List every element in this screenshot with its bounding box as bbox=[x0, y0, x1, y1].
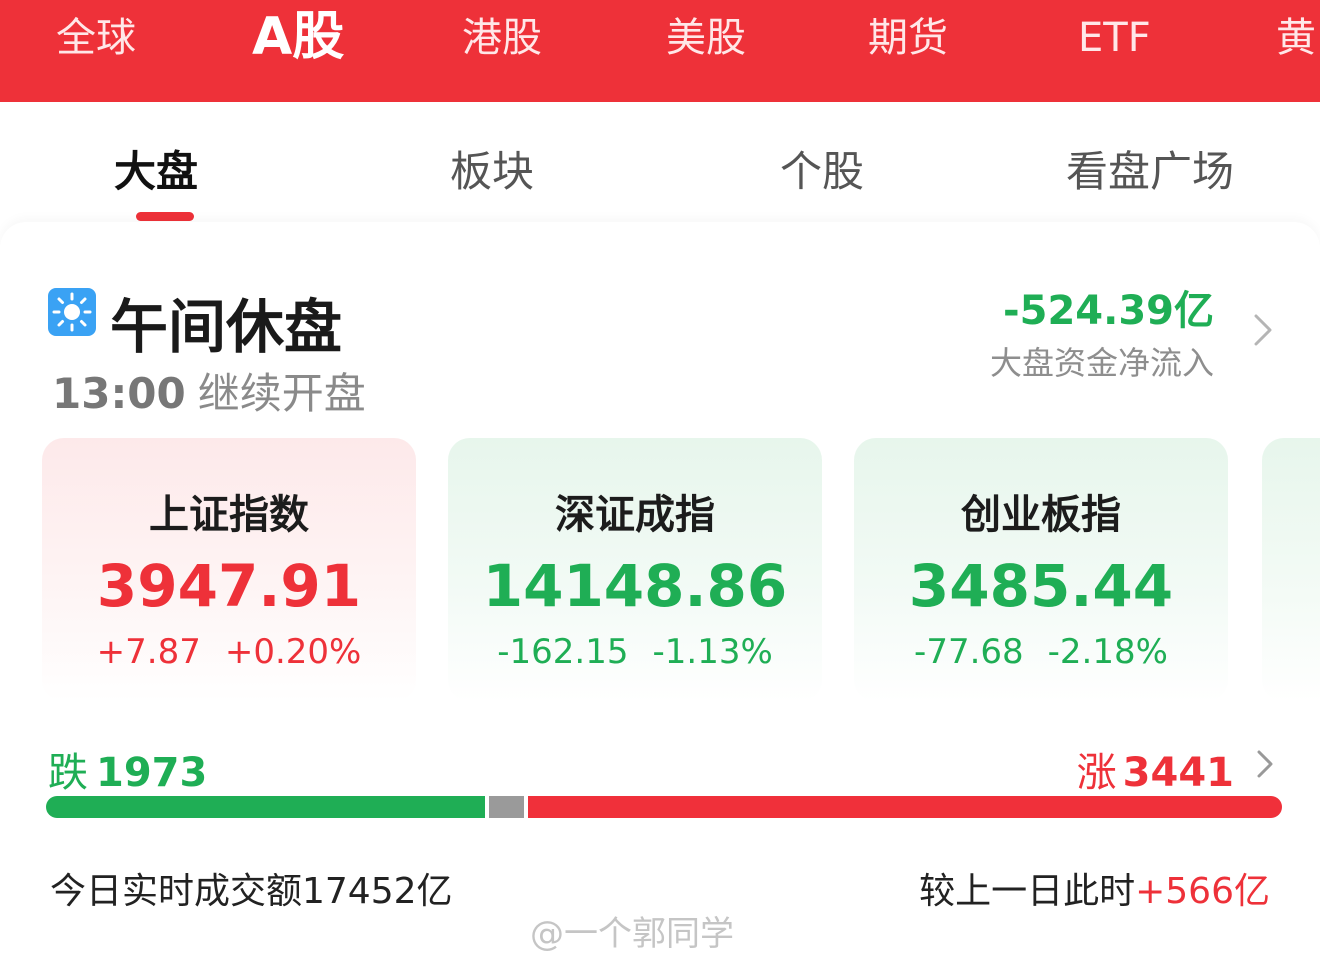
decliners-count: 跌 1973 bbox=[48, 740, 207, 798]
advance-decline-bar bbox=[46, 796, 1282, 818]
chevron-right-icon[interactable] bbox=[1254, 748, 1276, 780]
turnover-today: 今日实时成交额17452亿 bbox=[50, 871, 453, 912]
compare-label: 较上一日此时 bbox=[919, 871, 1136, 912]
index-price: 3485.44 bbox=[908, 552, 1174, 620]
tab-sectors[interactable]: 板块 bbox=[450, 138, 534, 199]
index-card-next-peek[interactable] bbox=[1262, 438, 1320, 702]
index-change: -77.68 -2.18% bbox=[854, 632, 1228, 672]
advancers-label: 涨 bbox=[1076, 750, 1117, 796]
session-resume-info: 13:00 继续开盘 bbox=[52, 360, 366, 421]
net-inflow-label[interactable]: 大盘资金净流入 bbox=[990, 338, 1214, 384]
turnover-compare: 较上一日此时+566亿 bbox=[919, 862, 1270, 914]
index-change-percent: -1.13% bbox=[652, 632, 773, 672]
active-tab-indicator bbox=[136, 212, 194, 221]
advancers-count[interactable]: 涨 3441 bbox=[1077, 740, 1234, 798]
tab-market-square[interactable]: 看盘广场 bbox=[1066, 138, 1234, 199]
index-change: +7.87 +0.20% bbox=[42, 632, 416, 672]
market-tab-etf[interactable]: ETF bbox=[1078, 0, 1151, 80]
decliners-segment bbox=[46, 796, 485, 818]
index-price: 14148.86 bbox=[482, 552, 788, 620]
sun-icon bbox=[48, 288, 96, 336]
resume-text: 继续开盘 bbox=[197, 369, 366, 418]
index-change-percent: +0.20% bbox=[224, 632, 362, 672]
watermark: @一个郭同学 bbox=[530, 914, 734, 954]
decliners-label: 跌 bbox=[48, 750, 88, 796]
market-tab-bar: 全球 A股 港股 美股 期货 ETF 黄 bbox=[0, 0, 1320, 102]
advancers-number: 3441 bbox=[1122, 750, 1234, 796]
index-name: 深证成指 bbox=[555, 492, 715, 538]
market-tab-a-share[interactable]: A股 bbox=[252, 0, 344, 80]
market-tab-global[interactable]: 全球 bbox=[56, 0, 136, 80]
decliners-number: 1973 bbox=[96, 750, 208, 796]
index-change-points: -162.15 bbox=[497, 632, 629, 672]
resume-time: 13:00 bbox=[52, 369, 186, 418]
compare-delta: +566亿 bbox=[1135, 871, 1270, 912]
index-change-points: -77.68 bbox=[914, 632, 1024, 672]
index-card-chinext[interactable]: 创业板指 3485.44 -77.68 -2.18% bbox=[854, 438, 1228, 702]
index-price: 3947.91 bbox=[96, 552, 362, 620]
index-card-shenzhen[interactable]: 深证成指 14148.86 -162.15 -1.13% bbox=[448, 438, 822, 702]
market-tab-futures[interactable]: 期货 bbox=[868, 0, 948, 80]
tab-overview[interactable]: 大盘 bbox=[114, 138, 198, 199]
chevron-right-icon[interactable] bbox=[1248, 312, 1278, 348]
index-name: 上证指数 bbox=[149, 492, 309, 538]
sub-tab-bar: 大盘 板块 个股 看盘广场 bbox=[0, 102, 1320, 221]
market-tab-hk[interactable]: 港股 bbox=[462, 0, 542, 80]
index-card-shanghai[interactable]: 上证指数 3947.91 +7.87 +0.20% bbox=[42, 438, 416, 702]
index-change: -162.15 -1.13% bbox=[448, 632, 822, 672]
session-status-title: 午间休盘 bbox=[110, 293, 343, 361]
index-name: 创业板指 bbox=[961, 492, 1121, 538]
unchanged-segment bbox=[489, 796, 524, 818]
net-inflow-value[interactable]: -524.39亿 bbox=[1003, 278, 1214, 336]
market-tab-gold[interactable]: 黄 bbox=[1276, 0, 1316, 80]
tab-stocks[interactable]: 个股 bbox=[780, 138, 864, 199]
index-change-points: +7.87 bbox=[96, 632, 201, 672]
market-tab-us[interactable]: 美股 bbox=[666, 0, 746, 80]
advancers-segment bbox=[528, 796, 1282, 818]
index-change-percent: -2.18% bbox=[1047, 632, 1168, 672]
